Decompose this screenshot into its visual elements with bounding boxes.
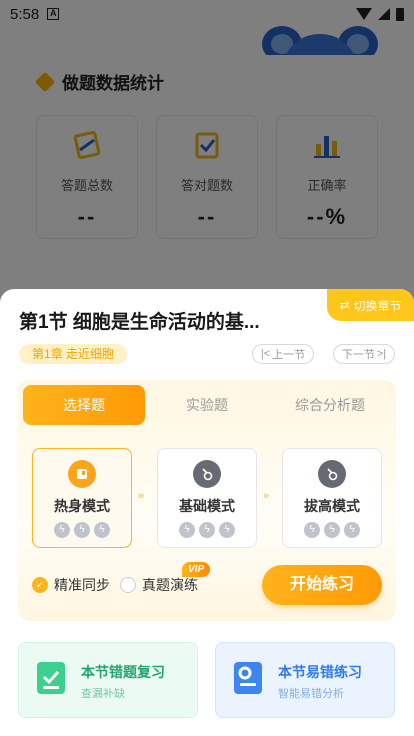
radio-icon <box>120 577 136 593</box>
option-precise-sync[interactable]: ✓ 精准同步 <box>32 575 110 595</box>
lightning-icon: ϟ <box>219 522 235 538</box>
skip-back-icon: |< <box>260 348 271 360</box>
prev-section-button[interactable]: |< 上一节 <box>252 344 314 364</box>
document-search-icon <box>234 662 262 694</box>
mode-basic[interactable]: 基础模式 ϟ ϟ ϟ <box>157 448 257 548</box>
next-section-label: 下一节 <box>341 349 375 361</box>
mode-advanced[interactable]: 拔高模式 ϟ ϟ ϟ <box>282 448 382 548</box>
option-label: 真题演练 <box>142 577 198 593</box>
skip-forward-icon: >| <box>376 348 387 360</box>
lightning-icon: ϟ <box>199 522 215 538</box>
advanced-mode-icon <box>318 460 346 488</box>
difficulty-bolts: ϟ ϟ ϟ <box>158 522 256 538</box>
difficulty-bolts: ϟ ϟ ϟ <box>33 522 131 538</box>
question-type-tabs: 选择题 实验题 综合分析题 <box>23 385 391 425</box>
mode-name: 基础模式 <box>179 498 235 514</box>
next-section-button[interactable]: 下一节 >| <box>333 344 395 364</box>
warmup-mode-icon <box>68 460 96 488</box>
mode-name: 拔高模式 <box>304 498 360 514</box>
chapter-practice-sheet: ⇄ 切换章节 第1节 细胞是生命活动的基... 第1章 走近细胞 |< 上一节 … <box>0 289 414 736</box>
card-subtitle: 查漏补缺 <box>81 688 125 700</box>
lightning-icon: ϟ <box>344 522 360 538</box>
tab-experiment[interactable]: 实验题 <box>145 385 269 425</box>
lightning-icon: ϟ <box>324 522 340 538</box>
lightning-icon: ϟ <box>179 522 195 538</box>
prev-section-label: 上一节 <box>272 349 306 361</box>
card-title: 本节错题复习 <box>81 664 165 680</box>
mode-name: 热身模式 <box>54 498 110 514</box>
switch-chapter-label: 切换章节 <box>353 298 402 313</box>
tab-analysis[interactable]: 综合分析题 <box>269 385 391 425</box>
error-prone-practice-card[interactable]: 本节易错练习 智能易错分析 <box>215 642 395 718</box>
check-icon: ✓ <box>32 577 48 593</box>
option-label: 精准同步 <box>54 577 110 593</box>
vip-badge: VIP <box>182 562 211 577</box>
double-chevron-icon: » <box>263 490 270 502</box>
lightning-icon: ϟ <box>304 522 320 538</box>
review-notebook-icon <box>37 662 65 694</box>
section-title: 第1节 细胞是生命活动的基... <box>19 312 260 333</box>
difficulty-bolts: ϟ ϟ ϟ <box>283 522 381 538</box>
lightning-icon: ϟ <box>54 522 70 538</box>
double-chevron-icon: » <box>138 490 145 502</box>
chapter-tag: 第1章 走近细胞 <box>19 344 128 364</box>
lightning-icon: ϟ <box>94 522 110 538</box>
card-title: 本节易错练习 <box>278 664 362 680</box>
mode-warmup[interactable]: 热身模式 ϟ ϟ ϟ <box>32 448 132 548</box>
wrong-question-review-card[interactable]: 本节错题复习 查漏补缺 <box>18 642 198 718</box>
basic-mode-icon <box>193 460 221 488</box>
switch-chapter-button[interactable]: ⇄ 切换章节 <box>327 289 414 321</box>
start-practice-button[interactable]: 开始练习 <box>262 565 382 605</box>
swap-arrows-icon: ⇄ <box>339 298 350 312</box>
option-real-exam[interactable]: 真题演练 <box>120 575 198 595</box>
lightning-icon: ϟ <box>74 522 90 538</box>
tab-choice[interactable]: 选择题 <box>23 385 145 425</box>
card-subtitle: 智能易错分析 <box>278 688 344 700</box>
